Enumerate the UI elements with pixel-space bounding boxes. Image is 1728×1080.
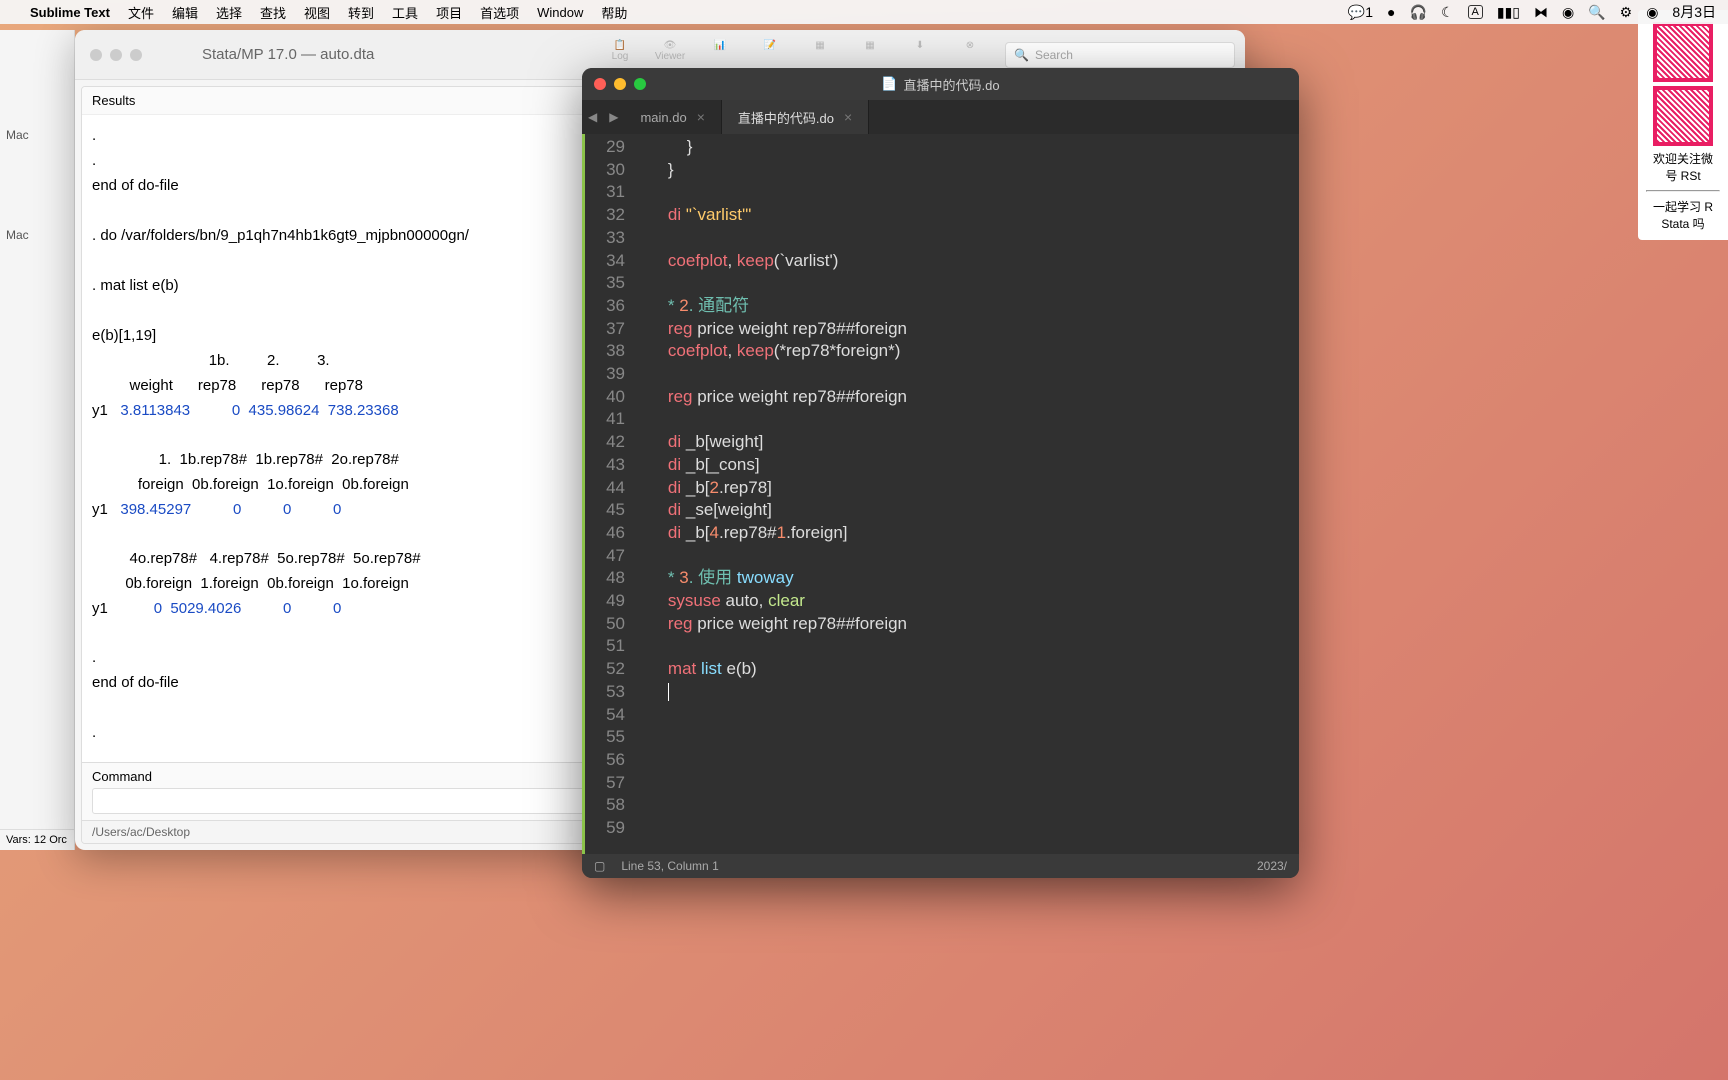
wechat-icon[interactable]: 💬 1 (1348, 4, 1373, 21)
dofile-button[interactable]: 📝 (755, 40, 785, 70)
menu-file[interactable]: 文件 (128, 3, 154, 22)
editor-area[interactable]: 29 30 31 32 33 34 35 36 37 38 39 40 41 4… (582, 134, 1299, 854)
tab-main-do[interactable]: main.do× (624, 100, 721, 134)
status-icon[interactable]: ● (1387, 4, 1395, 20)
moon-icon[interactable]: ☾ (1441, 4, 1454, 21)
log-button[interactable]: 📋Log (605, 40, 635, 70)
qr-code-icon (1653, 86, 1713, 146)
sidebar-mac-item[interactable]: Mac (0, 220, 74, 250)
qr-text: 号 RSt (1646, 167, 1720, 184)
sublime-titlebar: 📄 直播中的代码.do (582, 68, 1299, 100)
stata-window-title: Stata/MP 17.0 — auto.dta (202, 46, 374, 63)
qr-sidebar: 欢迎关注微 号 RSt 一起学习 R Stata 吗 (1638, 10, 1728, 240)
status-date: 2023/ (1257, 859, 1287, 873)
tab-active[interactable]: 直播中的代码.do× (722, 100, 869, 134)
wifi-icon[interactable]: ◉ (1562, 4, 1574, 21)
data-browser-button[interactable]: ▦ (855, 40, 885, 70)
close-icon[interactable]: × (697, 109, 705, 125)
menu-tools[interactable]: 工具 (392, 3, 418, 22)
system-menubar: Sublime Text 文件 编辑 选择 查找 视图 转到 工具 项目 首选项… (0, 0, 1728, 24)
menu-project[interactable]: 项目 (436, 3, 462, 22)
app-name[interactable]: Sublime Text (30, 5, 110, 20)
viewer-button[interactable]: 👁Viewer (655, 40, 685, 70)
line-number-gutter: 29 30 31 32 33 34 35 36 37 38 39 40 41 4… (585, 134, 635, 854)
menu-window[interactable]: Window (537, 5, 583, 20)
headphones-icon[interactable]: 🎧 (1410, 4, 1427, 21)
sublime-window: 📄 直播中的代码.do ◀ ▶ main.do× 直播中的代码.do× 29 3… (582, 68, 1299, 878)
bluetooth-icon[interactable]: ⧓ (1534, 4, 1548, 21)
menu-view[interactable]: 视图 (304, 3, 330, 22)
search-icon[interactable]: 🔍 (1588, 4, 1605, 21)
input-icon[interactable]: A (1468, 5, 1483, 19)
siri-icon[interactable]: ◉ (1646, 4, 1658, 21)
tab-bar: ◀ ▶ main.do× 直播中的代码.do× (582, 100, 1299, 134)
battery-icon[interactable]: ▮▮▯ (1497, 4, 1520, 21)
menu-edit[interactable]: 编辑 (172, 3, 198, 22)
qr-text: Stata 吗 (1646, 215, 1720, 232)
qr-text: 一起学习 R (1646, 198, 1720, 215)
menu-preferences[interactable]: 首选项 (480, 3, 519, 22)
sublime-window-title: 📄 直播中的代码.do (881, 75, 999, 94)
data-editor-button[interactable]: ▦ (805, 40, 835, 70)
panel-switcher-icon[interactable]: ▢ (594, 859, 605, 873)
date[interactable]: 8月3日 (1672, 2, 1716, 22)
more-button[interactable]: ⬇ (905, 40, 935, 70)
tab-history-back[interactable]: ◀ (582, 110, 603, 124)
graph-button[interactable]: 📊 (705, 40, 735, 70)
stata-left-sidebar: Mac Mac Vars: 12 Orc (0, 30, 75, 850)
vars-count: Vars: 12 Orc (0, 829, 74, 850)
code-content[interactable]: } } di "`varlist'" coefplot, keep(`varli… (635, 134, 1299, 854)
break-button[interactable]: ⊗ (955, 40, 985, 70)
close-icon[interactable]: × (844, 109, 852, 125)
control-center-icon[interactable]: ⚙ (1620, 4, 1633, 21)
traffic-lights[interactable] (594, 78, 646, 90)
sublime-statusbar: ▢ Line 53, Column 1 2023/ (582, 854, 1299, 878)
status-line-col[interactable]: Line 53, Column 1 (621, 859, 718, 873)
menu-help[interactable]: 帮助 (601, 3, 627, 22)
text-cursor (668, 683, 669, 701)
menu-goto[interactable]: 转到 (348, 3, 374, 22)
qr-text: 欢迎关注微 (1646, 150, 1720, 167)
tab-history-forward[interactable]: ▶ (603, 110, 624, 124)
sidebar-mac-item[interactable]: Mac (0, 120, 74, 150)
menu-find[interactable]: 查找 (260, 3, 286, 22)
stata-search-input[interactable]: 🔍 Search (1005, 42, 1235, 68)
qr-code-icon (1653, 22, 1713, 82)
menu-select[interactable]: 选择 (216, 3, 242, 22)
traffic-lights[interactable] (90, 49, 142, 61)
